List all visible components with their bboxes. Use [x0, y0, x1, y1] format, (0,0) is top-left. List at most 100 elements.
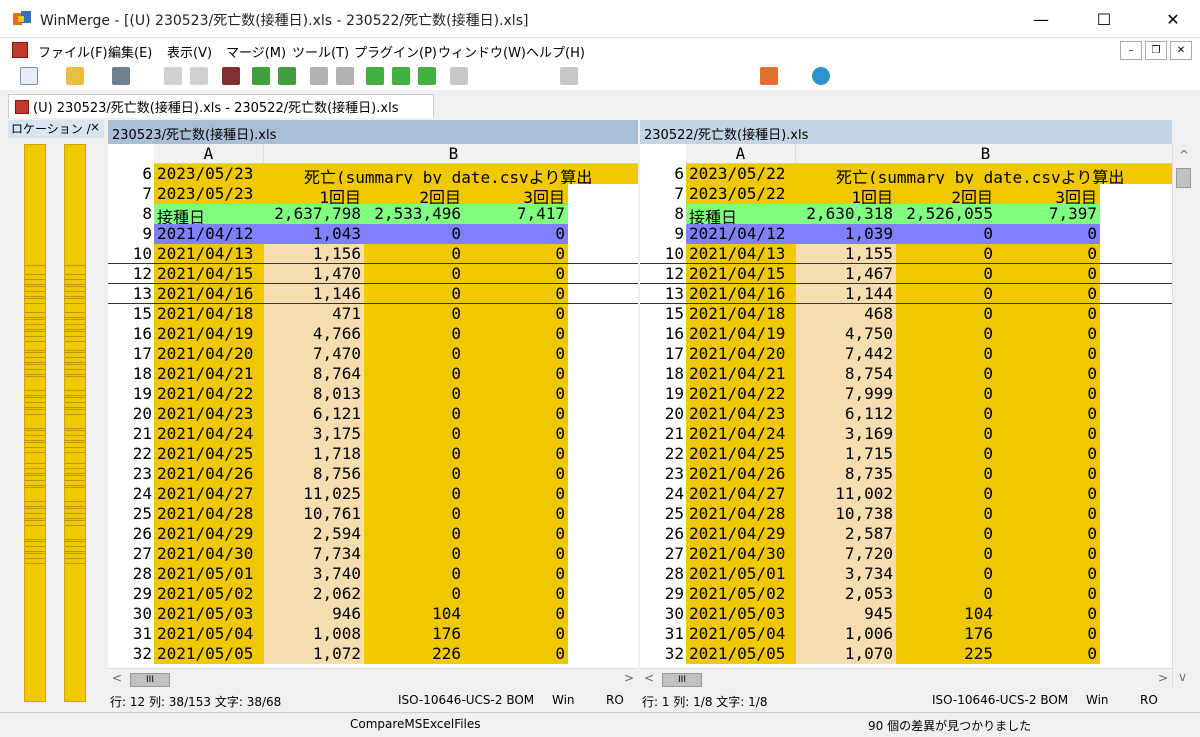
table-row[interactable]: 27 2021/04/30 7,720 0 0 [640, 544, 1172, 564]
cell-value-1[interactable]: 11,002 [796, 484, 896, 504]
cell-value-2[interactable]: 0 [896, 424, 996, 444]
table-row[interactable]: 9 2021/04/12 1,043 0 0 [108, 224, 638, 244]
cell-date[interactable]: 2023/05/23 [154, 184, 264, 204]
current-diff-icon[interactable] [366, 67, 384, 85]
cell-value-3[interactable]: 0 [464, 284, 568, 304]
cell-value-2[interactable]: 0 [896, 504, 996, 524]
cell-value-3[interactable]: 3回目 [464, 184, 568, 204]
table-row[interactable]: 25 2021/04/28 10,761 0 0 [108, 504, 638, 524]
cell-value-3[interactable]: 0 [464, 224, 568, 244]
table-row[interactable]: 30 2021/05/03 945 104 0 [640, 604, 1172, 624]
cell-value-1[interactable]: 1,146 [264, 284, 364, 304]
cell-value-2[interactable]: 0 [364, 484, 464, 504]
cell-value-1[interactable]: 7,999 [796, 384, 896, 404]
cell-date[interactable]: 2021/04/28 [154, 504, 264, 524]
cell-value-2[interactable]: 0 [364, 384, 464, 404]
cell-date[interactable]: 2021/04/20 [154, 344, 264, 364]
cell-value-3[interactable]: 0 [996, 304, 1100, 324]
cell-value-1[interactable]: 1,144 [796, 284, 896, 304]
table-row[interactable]: 8 接種日 2,637,798 2,533,496 7,417 [108, 204, 638, 224]
cell-date[interactable]: 2021/04/13 [154, 244, 264, 264]
table-row[interactable]: 20 2021/04/23 6,121 0 0 [108, 404, 638, 424]
menu-plugins[interactable]: プラグイン(P) [354, 42, 437, 61]
cell-value-3[interactable]: 0 [996, 504, 1100, 524]
scroll-right-icon[interactable]: > [1158, 671, 1168, 685]
scroll-thumb[interactable]: III [130, 673, 170, 687]
cell-value-2[interactable]: 0 [896, 404, 996, 424]
cell-value-3[interactable]: 0 [996, 444, 1100, 464]
table-row[interactable]: 23 2021/04/26 8,735 0 0 [640, 464, 1172, 484]
menu-edit[interactable]: 編集(E) [108, 42, 152, 61]
cell-value-1[interactable]: 1,470 [264, 264, 364, 284]
table-row[interactable]: 9 2021/04/12 1,039 0 0 [640, 224, 1172, 244]
table-row[interactable]: 10 2021/04/13 1,155 0 0 [640, 244, 1172, 264]
tab-compare[interactable]: (U) 230523/死亡数(接種日).xls - 230522/死亡数(接種日… [8, 94, 434, 118]
cell-value-3[interactable]: 0 [464, 404, 568, 424]
cell-value-3[interactable]: 0 [996, 404, 1100, 424]
cell-value-3[interactable]: 0 [996, 524, 1100, 544]
cell-value-3[interactable]: 0 [464, 624, 568, 644]
cell-value-1[interactable]: 10,738 [796, 504, 896, 524]
cell-value-3[interactable]: 0 [996, 484, 1100, 504]
cell-value-2[interactable]: 0 [896, 284, 996, 304]
cell-date[interactable]: 2021/05/03 [686, 604, 796, 624]
right-grid[interactable]: A B 6 2023/05/22 死亡(summary_by_date.csvより算… [640, 144, 1172, 668]
cell-value-1[interactable]: 2,637,798 [264, 204, 364, 224]
table-row[interactable]: 31 2021/05/04 1,006 176 0 [640, 624, 1172, 644]
cell-value-3[interactable]: 0 [996, 544, 1100, 564]
cell-date[interactable]: 2021/05/01 [686, 564, 796, 584]
table-row[interactable]: 31 2021/05/04 1,008 176 0 [108, 624, 638, 644]
cell-date[interactable]: 2021/04/23 [686, 404, 796, 424]
cell-date[interactable]: 2023/05/22 [686, 164, 796, 184]
left-horizontal-scrollbar[interactable]: < III > [108, 668, 638, 690]
cell-date[interactable]: 2021/04/30 [686, 544, 796, 564]
table-row[interactable]: 25 2021/04/28 10,738 0 0 [640, 504, 1172, 524]
cell-date[interactable]: 2021/05/01 [154, 564, 264, 584]
cell-value-2[interactable]: 104 [364, 604, 464, 624]
cell-date[interactable]: 2021/04/15 [686, 264, 796, 284]
cell-value-3[interactable]: 0 [996, 364, 1100, 384]
cell-value-2[interactable]: 176 [896, 624, 996, 644]
cell-value-1[interactable]: 3,169 [796, 424, 896, 444]
cell-value-1[interactable]: 1,006 [796, 624, 896, 644]
table-row[interactable]: 24 2021/04/27 11,025 0 0 [108, 484, 638, 504]
cell-date[interactable]: 2021/04/25 [154, 444, 264, 464]
cell-value-2[interactable]: 2,526,055 [896, 204, 996, 224]
cell-value-1[interactable]: 6,121 [264, 404, 364, 424]
cell-date[interactable]: 2021/04/18 [154, 304, 264, 324]
last-diff-icon[interactable] [336, 67, 354, 85]
cell-date[interactable]: 2021/04/20 [686, 344, 796, 364]
cell-value-3[interactable]: 0 [464, 484, 568, 504]
cell-value-2[interactable]: 0 [896, 544, 996, 564]
table-row[interactable]: 8 接種日 2,630,318 2,526,055 7,397 [640, 204, 1172, 224]
table-row[interactable]: 22 2021/04/25 1,718 0 0 [108, 444, 638, 464]
cell-date[interactable]: 2021/04/29 [686, 524, 796, 544]
table-row[interactable]: 19 2021/04/22 8,013 0 0 [108, 384, 638, 404]
table-row[interactable]: 15 2021/04/18 468 0 0 [640, 304, 1172, 324]
scroll-thumb[interactable]: III [662, 673, 702, 687]
cell-value-2[interactable]: 0 [364, 344, 464, 364]
cell-date[interactable]: 2021/05/04 [154, 624, 264, 644]
cell-value-1[interactable]: 2,587 [796, 524, 896, 544]
mdi-restore-button[interactable]: ❐ [1145, 41, 1167, 60]
cell-value-1[interactable]: 2,062 [264, 584, 364, 604]
scroll-left-icon[interactable]: < [644, 671, 654, 685]
cell-value-1[interactable]: 8,013 [264, 384, 364, 404]
close-icon[interactable]: × [90, 120, 100, 134]
cell-value-1[interactable]: 7,442 [796, 344, 896, 364]
table-row[interactable]: 12 2021/04/15 1,467 0 0 [640, 264, 1172, 284]
cell-value-2[interactable]: 0 [364, 464, 464, 484]
cell-date[interactable]: 2021/04/18 [686, 304, 796, 324]
cell-value-1[interactable]: 2,053 [796, 584, 896, 604]
cell-date[interactable]: 2021/05/05 [154, 644, 264, 664]
cell-value-3[interactable]: 0 [996, 324, 1100, 344]
cell-value-3[interactable]: 0 [464, 424, 568, 444]
close-button[interactable]: ✕ [1146, 0, 1200, 38]
table-row[interactable]: 12 2021/04/15 1,470 0 0 [108, 264, 638, 284]
cell-value-3[interactable]: 0 [464, 324, 568, 344]
cell-value-3[interactable]: 0 [464, 504, 568, 524]
cell-value-2[interactable]: 0 [896, 224, 996, 244]
cell-value-3[interactable]: 0 [464, 544, 568, 564]
cell-value-1[interactable]: 3,740 [264, 564, 364, 584]
copy-left-icon[interactable] [418, 67, 436, 85]
